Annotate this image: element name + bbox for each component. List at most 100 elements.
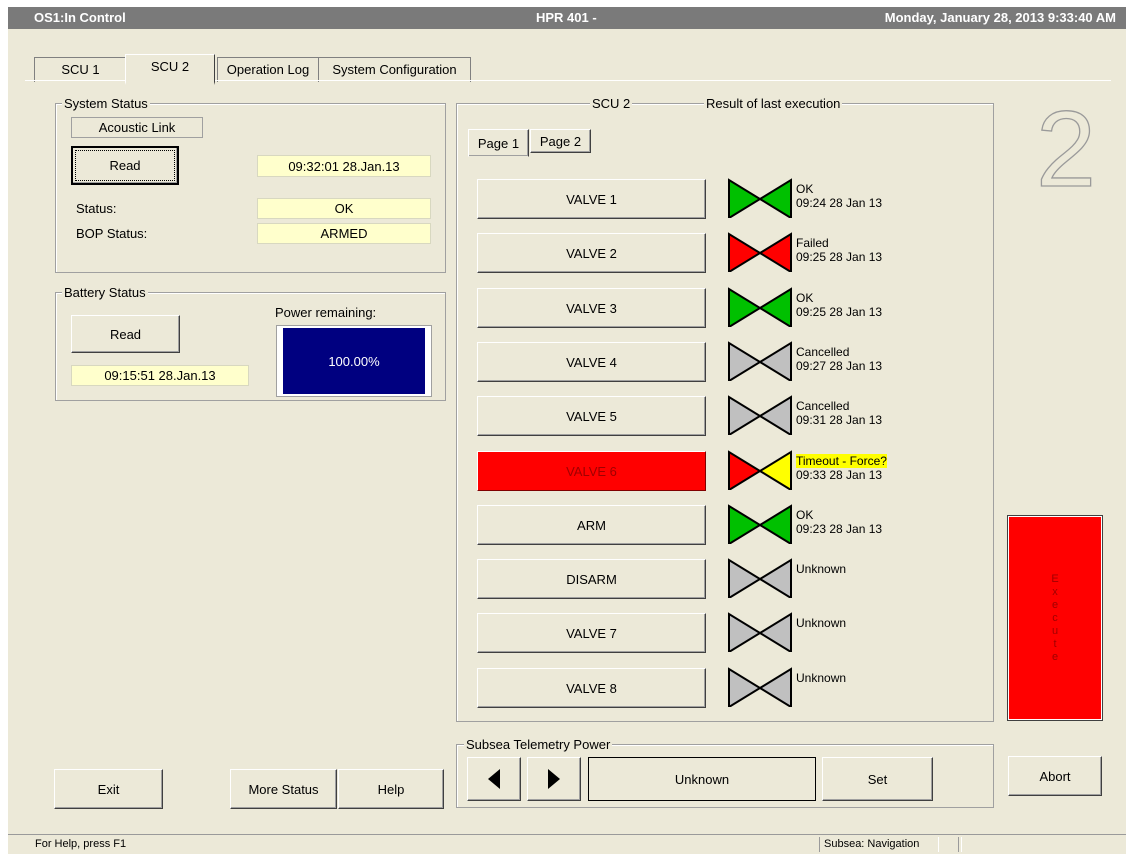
status-value-field: OK <box>257 198 431 219</box>
valve-state-icon <box>728 558 792 598</box>
more-status-button[interactable]: More Status <box>230 769 337 809</box>
valve-result: Unknown <box>796 562 846 576</box>
telemetry-value-display: Unknown <box>588 757 816 801</box>
system-status-title: System Status <box>62 96 150 111</box>
power-remaining-label: Power remaining: <box>275 305 377 320</box>
help-button[interactable]: Help <box>338 769 444 809</box>
arrow-left-icon <box>488 769 500 789</box>
valve-result-text: OK <box>796 508 814 522</box>
valve-result: OK 09:23 28 Jan 13 <box>796 508 882 536</box>
tab-system-configuration[interactable]: System Configuration <box>318 57 471 82</box>
valve-state-icon <box>728 450 792 490</box>
valve-state-icon <box>728 395 792 435</box>
tab-operation-log[interactable]: Operation Log <box>217 57 319 82</box>
valve-result: Failed 09:25 28 Jan 13 <box>796 236 882 264</box>
exit-button[interactable]: Exit <box>54 769 163 809</box>
tab-scu2[interactable]: SCU 2 <box>125 54 215 85</box>
mode-text: Subsea: Navigation <box>824 838 920 850</box>
valve-result-time: 09:25 28 Jan 13 <box>796 250 883 264</box>
valve-state-icon <box>728 232 792 272</box>
valve-state-icon <box>728 504 792 544</box>
execute-button[interactable]: Execute <box>1007 515 1103 721</box>
valve-button[interactable]: ARM <box>477 505 706 545</box>
execute-letter: x <box>1052 585 1058 598</box>
valve-result-time: 09:31 28 Jan 13 <box>796 413 883 427</box>
execute-letter: E <box>1051 572 1059 585</box>
valve-result-text: Unknown <box>796 671 847 685</box>
valve-button[interactable]: DISARM <box>477 559 706 599</box>
valve-result-time: 09:27 28 Jan 13 <box>796 359 883 373</box>
valve-state-icon <box>728 612 792 652</box>
app-status-title: OS1:In Control <box>34 10 126 25</box>
valve-result-text: Cancelled <box>796 399 850 413</box>
valve-result-time: 09:25 28 Jan 13 <box>796 305 883 319</box>
battery-read-button[interactable]: Read <box>71 315 180 353</box>
battery-timestamp-field: 09:15:51 28.Jan.13 <box>71 365 249 386</box>
arrow-right-icon <box>548 769 560 789</box>
power-value-text: 100.00% <box>328 353 380 369</box>
valve-result-text: Unknown <box>796 562 847 576</box>
battery-status-title: Battery Status <box>62 285 148 300</box>
datetime-display: Monday, January 28, 2013 9:33:40 AM <box>884 10 1116 25</box>
svg-text:2: 2 <box>1036 108 1096 190</box>
valve-button[interactable]: VALVE 4 <box>477 342 706 382</box>
page-2-tab[interactable]: Page 2 <box>530 129 591 153</box>
valve-state-icon <box>728 287 792 327</box>
power-gauge: 100.00% <box>276 325 432 397</box>
valve-result-text: Timeout - Force? <box>796 454 887 468</box>
valve-result-text: Unknown <box>796 616 847 630</box>
power-gauge-fill: 100.00% <box>283 328 425 394</box>
valve-button[interactable]: VALVE 3 <box>477 288 706 328</box>
telemetry-prev-button[interactable] <box>467 757 521 801</box>
valve-result: OK 09:24 28 Jan 13 <box>796 182 882 210</box>
page-1-tab[interactable]: Page 1 <box>468 129 529 157</box>
valve-result: Unknown <box>796 671 846 685</box>
valve-result-time: 09:33 28 Jan 13 <box>796 468 883 482</box>
valve-state-icon <box>728 341 792 381</box>
execute-letter: u <box>1051 624 1059 637</box>
valve-button[interactable]: VALVE 1 <box>477 179 706 219</box>
telemetry-title: Subsea Telemetry Power <box>464 737 613 752</box>
execute-letter: t <box>1053 637 1057 650</box>
valve-button[interactable]: VALVE 7 <box>477 613 706 653</box>
tab-scu1[interactable]: SCU 1 <box>34 57 127 82</box>
bop-status-label: BOP Status: <box>76 226 148 241</box>
status-bar-separator <box>958 837 962 852</box>
result-title: Result of last execution <box>704 96 843 111</box>
valve-result: Cancelled 09:31 28 Jan 13 <box>796 399 882 427</box>
valve-result-text: OK <box>796 182 814 196</box>
valve-result-time: 09:24 28 Jan 13 <box>796 196 883 210</box>
execute-letter: e <box>1051 598 1059 611</box>
bop-status-value-field: ARMED <box>257 223 431 244</box>
valve-result: OK 09:25 28 Jan 13 <box>796 291 882 319</box>
help-hint: For Help, press F1 <box>35 838 127 850</box>
scu-number-display: 2 <box>1035 108 1096 190</box>
valve-state-icon <box>728 178 792 218</box>
system-timestamp-field: 09:32:01 28.Jan.13 <box>257 155 431 177</box>
abort-button[interactable]: Abort <box>1008 756 1102 796</box>
window-title: HPR 401 - <box>536 10 597 25</box>
valve-result: Timeout - Force? 09:33 28 Jan 13 <box>796 454 887 482</box>
valve-result-text: Failed <box>796 236 829 250</box>
valve-result-text: Cancelled <box>796 345 850 359</box>
valve-result: Unknown <box>796 616 846 630</box>
valve-result: Cancelled 09:27 28 Jan 13 <box>796 345 882 373</box>
execute-label: Execute <box>1051 573 1058 664</box>
telemetry-set-button[interactable]: Set <box>822 757 933 801</box>
valve-button[interactable]: VALVE 2 <box>477 233 706 273</box>
valve-state-icon <box>728 667 792 707</box>
valve-button[interactable]: VALVE 5 <box>477 396 706 436</box>
valve-result-time: 09:23 28 Jan 13 <box>796 522 883 536</box>
execute-letter: c <box>1052 611 1058 624</box>
title-bar: OS1:In Control HPR 401 - Monday, January… <box>8 7 1126 29</box>
valve-button[interactable]: VALVE 8 <box>477 668 706 708</box>
scu-panel-title: SCU 2 <box>590 96 633 111</box>
mode-indicator: Subsea: Navigation <box>819 837 939 852</box>
status-bar: For Help, press F1 Subsea: Navigation <box>8 834 1126 854</box>
system-read-button[interactable]: Read <box>71 146 179 185</box>
valve-button[interactable]: VALVE 6 <box>477 451 706 491</box>
acoustic-link-indicator: Acoustic Link <box>71 117 203 138</box>
valve-result-text: OK <box>796 291 814 305</box>
telemetry-next-button[interactable] <box>527 757 581 801</box>
status-label: Status: <box>76 201 117 216</box>
